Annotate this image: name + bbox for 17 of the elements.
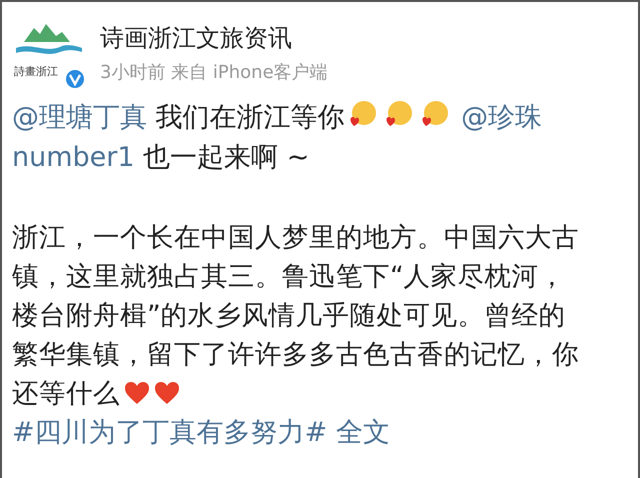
post-text: 我们在浙江等你 (154, 102, 345, 133)
heart-icon (124, 381, 150, 405)
heart-icon (154, 381, 180, 405)
post-text: 也一起来啊 ~ (142, 142, 310, 173)
logo-text: 詩畫浙江 (14, 64, 58, 79)
mention-link[interactable]: @理塘丁真 (12, 102, 147, 133)
post-text: 浙江，一个长在中国人梦里的地方。中国六大古 (12, 222, 579, 253)
post-text: 还等什么 (12, 378, 120, 409)
mention-link[interactable]: number1 (12, 142, 135, 173)
post-text: 繁华集镇，留下了许许多多古色古香的记忆，你 (12, 339, 579, 370)
post-text: 镇，这里就独占其三。鲁迅笔下“人家尽枕河， (12, 261, 566, 292)
hashtag-link[interactable]: #四川为了丁真有多努力# (12, 417, 328, 448)
full-text-link[interactable]: 全文 (336, 417, 390, 448)
account-name[interactable]: 诗画浙江文旅资讯 (100, 22, 328, 54)
mention-link[interactable]: @珍珠 (452, 102, 542, 133)
post-text: 楼台附舟楫”的水乡风情几乎随处可见。曾经的 (12, 300, 566, 331)
post-meta: 3小时前 来自 iPhone客户端 (100, 61, 328, 84)
